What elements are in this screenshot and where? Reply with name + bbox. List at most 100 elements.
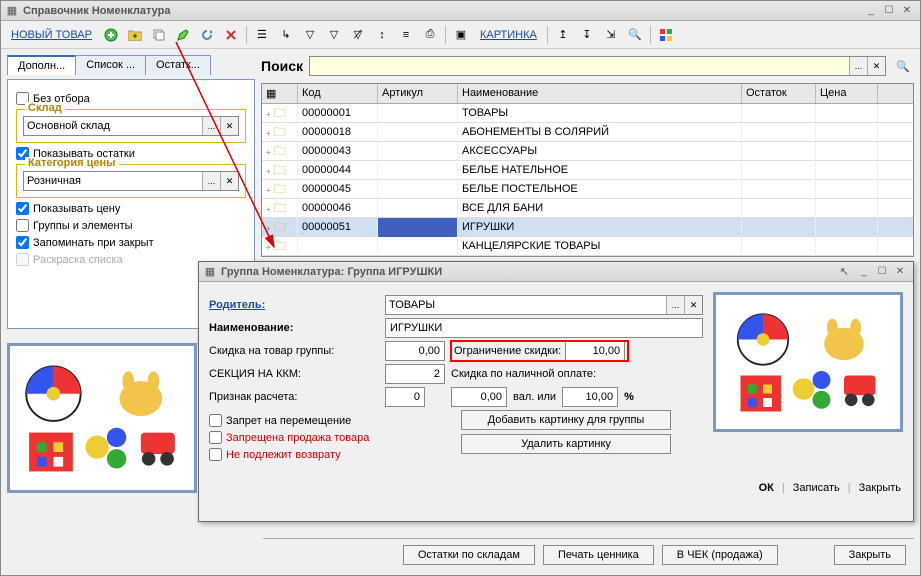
add-folder-icon[interactable] xyxy=(124,24,146,46)
warehouse-input[interactable] xyxy=(24,117,202,135)
name-cell: ИГРУШКИ xyxy=(458,218,742,237)
search-input[interactable] xyxy=(310,57,849,75)
search-tool-icon[interactable]: 🔍 xyxy=(624,24,646,46)
add-icon[interactable] xyxy=(100,24,122,46)
price-cat-input[interactable] xyxy=(24,172,202,190)
search-lookup-button[interactable]: ... xyxy=(849,57,867,75)
warehouse-dropdown[interactable]: ... ✕ xyxy=(23,116,239,136)
to-check-button[interactable]: В ЧЕК (продажа) xyxy=(662,545,778,565)
picture-icon[interactable]: ▣ xyxy=(450,24,472,46)
table-row[interactable]: + 🗀00000051ИГРУШКИ xyxy=(262,218,913,237)
section-input[interactable] xyxy=(385,364,445,384)
no-return-checkbox[interactable] xyxy=(209,448,222,461)
picture-link[interactable]: КАРТИНКА xyxy=(474,29,543,41)
edit-icon[interactable] xyxy=(172,24,194,46)
no-move-checkbox[interactable] xyxy=(209,414,222,427)
expand-icon[interactable]: + xyxy=(266,110,271,119)
expand-icon[interactable]: + xyxy=(266,129,271,138)
stock-by-warehouse-button[interactable]: Остатки по складам xyxy=(403,545,535,565)
remember-checkbox[interactable] xyxy=(16,236,29,249)
delete-picture-button[interactable]: Удалить картинку xyxy=(461,434,671,454)
table-row[interactable]: + 🗀00000043АКСЕССУАРЫ xyxy=(262,142,913,161)
print-icon[interactable]: ⎙ xyxy=(419,24,441,46)
tab-list[interactable]: Список ... xyxy=(75,55,146,75)
price-cell xyxy=(816,218,878,237)
expand-icon[interactable]: + xyxy=(266,186,271,195)
table-row[interactable]: + 🗀КАНЦЕЛЯРСКИЕ ТОВАРЫ xyxy=(262,237,913,256)
calc-input[interactable] xyxy=(385,387,425,407)
show-price-checkbox[interactable] xyxy=(16,202,29,215)
percent-label: % xyxy=(624,391,634,403)
dialog-close-button[interactable]: ✕ xyxy=(891,264,909,280)
maximize-button[interactable]: ☐ xyxy=(880,3,898,19)
code-header[interactable]: Код xyxy=(298,84,378,103)
expand-icon[interactable]: + xyxy=(266,167,271,176)
add-picture-button[interactable]: Добавить картинку для группы xyxy=(461,410,671,430)
groups-elems-label: Группы и элементы xyxy=(33,220,133,232)
tab-stock[interactable]: Остатк... xyxy=(145,55,211,75)
dialog-minimize-button[interactable]: _ xyxy=(855,264,873,280)
import-icon[interactable]: ↧ xyxy=(576,24,598,46)
cash-val-input[interactable] xyxy=(451,387,507,407)
close-button[interactable]: ✕ xyxy=(898,3,916,19)
article-cell xyxy=(378,161,458,180)
grid-icon[interactable] xyxy=(655,24,677,46)
export-icon[interactable]: ↥ xyxy=(552,24,574,46)
name-input[interactable] xyxy=(385,318,703,338)
refresh-icon[interactable] xyxy=(196,24,218,46)
sort-icon[interactable]: ↕ xyxy=(371,24,393,46)
table-row[interactable]: + 🗀00000045БЕЛЬЕ ПОСТЕЛЬНОЕ xyxy=(262,180,913,199)
data-grid[interactable]: ▦ Код Артикул Наименование Остаток Цена … xyxy=(261,83,914,257)
search-go-icon[interactable]: 🔍 xyxy=(892,55,914,77)
folder-icon: 🗀 xyxy=(274,106,286,120)
link-icon[interactable]: ⇲ xyxy=(600,24,622,46)
expand-icon[interactable]: + xyxy=(266,205,271,214)
price-cat-lookup-button[interactable]: ... xyxy=(202,172,220,190)
parent-input[interactable] xyxy=(386,296,666,314)
expand-icon[interactable]: + xyxy=(266,148,271,157)
expand-icon[interactable]: + xyxy=(266,243,271,252)
copy-icon[interactable] xyxy=(148,24,170,46)
table-row[interactable]: + 🗀00000018АБОНЕМЕНТЫ В СОЛЯРИЙ xyxy=(262,123,913,142)
name-header[interactable]: Наименование xyxy=(458,84,742,103)
cash-pct-input[interactable] xyxy=(562,387,618,407)
warehouse-clear-button[interactable]: ✕ xyxy=(220,117,238,135)
table-row[interactable]: + 🗀00000001ТОВАРЫ xyxy=(262,104,913,123)
filter2-icon[interactable]: ▽ xyxy=(323,24,345,46)
search-clear-button[interactable]: ✕ xyxy=(867,57,885,75)
tree-icon[interactable]: ☰ xyxy=(251,24,273,46)
dialog-maximize-button[interactable]: ☐ xyxy=(873,264,891,280)
parent-lookup-button[interactable]: ... xyxy=(666,296,684,314)
delete-icon[interactable] xyxy=(220,24,242,46)
filter-icon[interactable]: ▽ xyxy=(299,24,321,46)
table-row[interactable]: + 🗀00000044БЕЛЬЕ НАТЕЛЬНОЕ xyxy=(262,161,913,180)
move-icon[interactable]: ↳ xyxy=(275,24,297,46)
no-sale-checkbox[interactable] xyxy=(209,431,222,444)
limit-input[interactable] xyxy=(565,341,625,361)
expand-icon[interactable]: + xyxy=(266,224,271,233)
stock-cell xyxy=(742,199,816,218)
price-cat-clear-button[interactable]: ✕ xyxy=(220,172,238,190)
parent-clear-button[interactable]: ✕ xyxy=(684,296,702,314)
stock-header[interactable]: Остаток xyxy=(742,84,816,103)
close-main-button[interactable]: Закрыть xyxy=(834,545,906,565)
minimize-button[interactable]: _ xyxy=(862,3,880,19)
left-thumbnail xyxy=(7,343,197,493)
price-header[interactable]: Цена xyxy=(816,84,878,103)
article-header[interactable]: Артикул xyxy=(378,84,458,103)
parent-label[interactable]: Родитель: xyxy=(209,299,379,311)
list-icon[interactable]: ≡ xyxy=(395,24,417,46)
clear-filter-icon[interactable]: ▽̸ xyxy=(347,24,369,46)
print-tag-button[interactable]: Печать ценника xyxy=(543,545,654,565)
ok-button[interactable]: ОК xyxy=(759,482,774,494)
price-cat-dropdown[interactable]: ... ✕ xyxy=(23,171,239,191)
main-toolbar: НОВЫЙ ТОВАР ☰ ↳ ▽ ▽ ▽̸ ↕ ≡ ⎙ ▣ КАРТИНКА … xyxy=(1,21,920,49)
discount-input[interactable] xyxy=(385,341,445,361)
table-row[interactable]: + 🗀00000046ВСЕ ДЛЯ БАНИ xyxy=(262,199,913,218)
warehouse-lookup-button[interactable]: ... xyxy=(202,117,220,135)
save-button[interactable]: Записать xyxy=(793,482,840,494)
new-item-link[interactable]: НОВЫЙ ТОВАР xyxy=(5,29,98,41)
dialog-close-link[interactable]: Закрыть xyxy=(859,482,901,494)
groups-elems-checkbox[interactable] xyxy=(16,219,29,232)
tab-additional[interactable]: Дополн... xyxy=(7,55,76,75)
